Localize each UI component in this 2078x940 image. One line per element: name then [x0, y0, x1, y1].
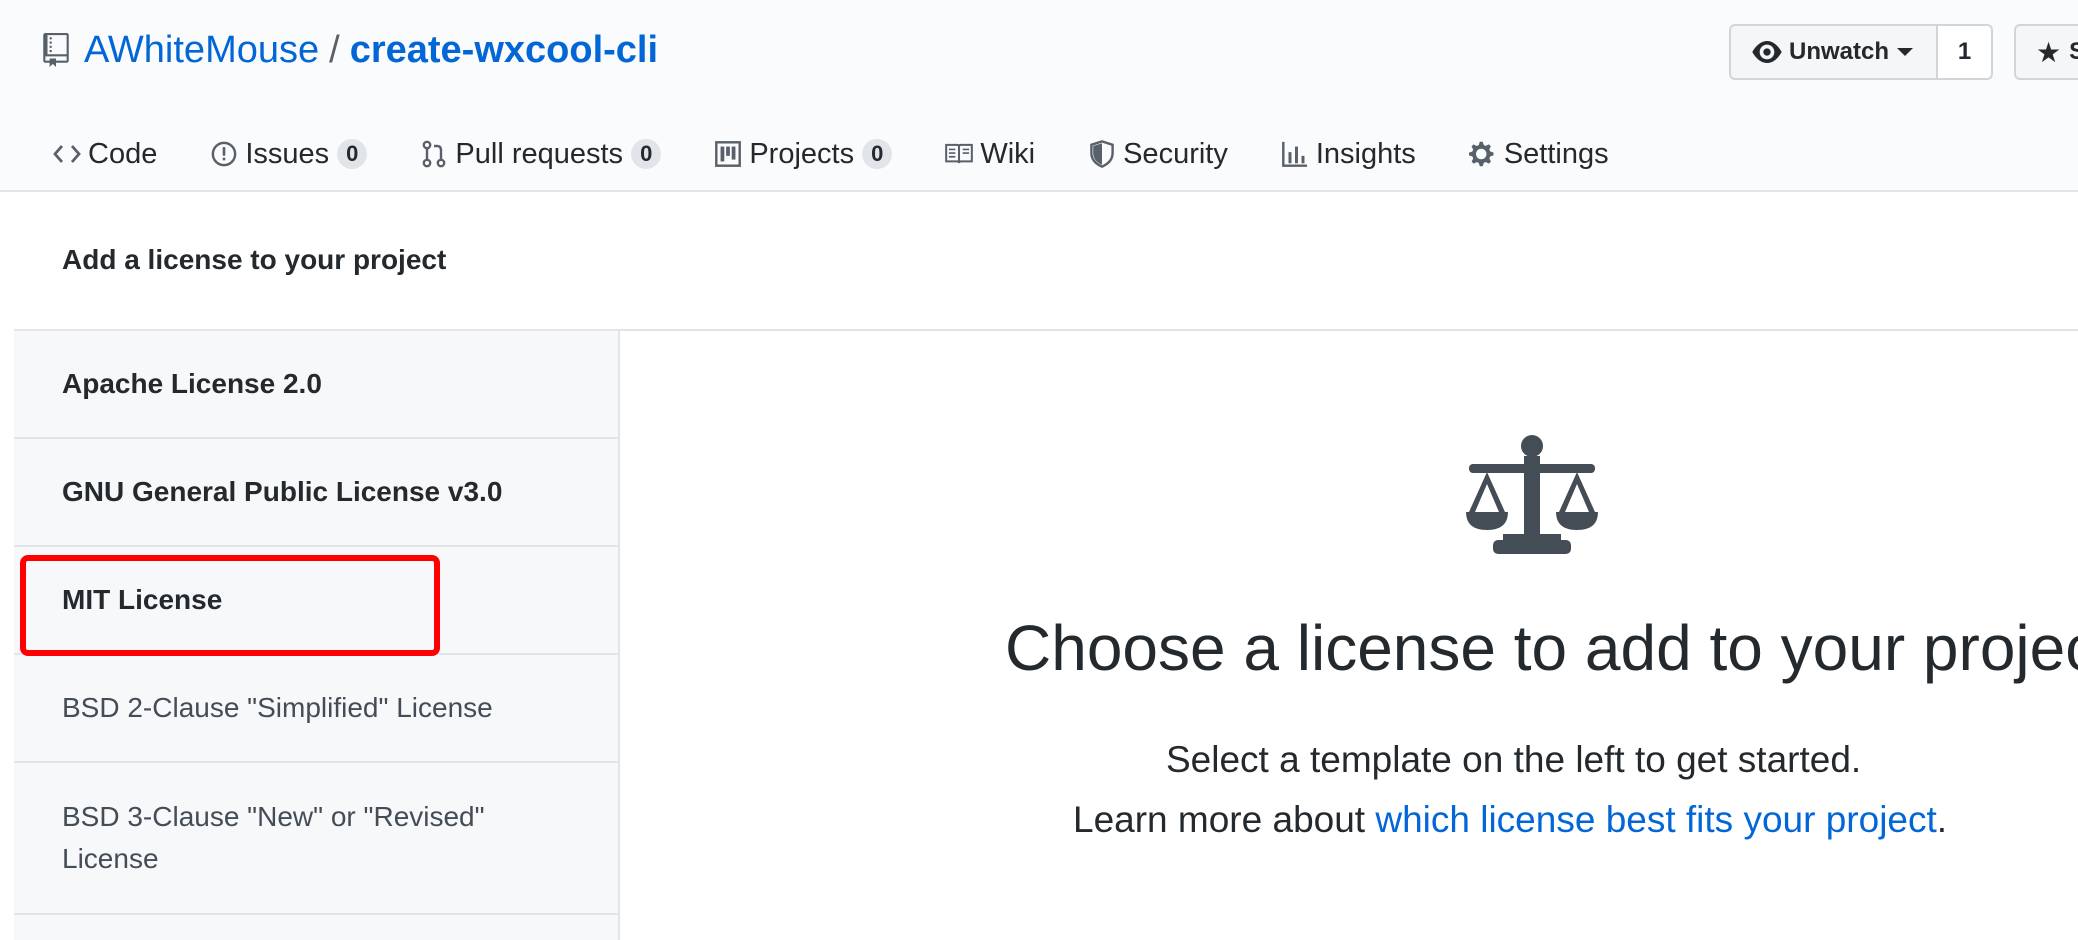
- unwatch-button[interactable]: Unwatch: [1729, 24, 1938, 80]
- project-icon: [713, 139, 743, 169]
- repo-owner-link[interactable]: AWhiteMouse: [84, 29, 319, 72]
- license-help-link[interactable]: which license best fits your project: [1375, 799, 1936, 840]
- watch-count[interactable]: 1: [1938, 24, 1993, 80]
- repo-breadcrumb: AWhiteMouse / create-wxcool-cli: [42, 24, 658, 76]
- license-item-bsd-2[interactable]: BSD 2-Clause "Simplified" License: [14, 655, 618, 763]
- tab-label: Projects: [749, 137, 855, 170]
- license-item-apache[interactable]: Apache License 2.0: [14, 331, 618, 439]
- tab-projects[interactable]: Projects 0: [713, 137, 893, 171]
- issues-counter: 0: [337, 139, 368, 169]
- book-icon: [944, 139, 974, 169]
- license-label: BSD 3-Clause "New" or "Revised" License: [62, 801, 485, 874]
- tab-insights[interactable]: Insights: [1280, 138, 1416, 171]
- page: AWhiteMouse / create-wxcool-cli Unwatch …: [0, 0, 2078, 940]
- unwatch-label: Unwatch: [1789, 38, 1890, 65]
- tab-label: Code: [88, 137, 158, 170]
- gear-icon: [1468, 139, 1498, 169]
- empty-state: Choose a license to add to your project …: [620, 331, 2078, 940]
- tab-pull-requests[interactable]: Pull requests 0: [419, 137, 662, 171]
- eye-icon: [1752, 41, 1782, 63]
- breadcrumb-separator: /: [329, 28, 340, 71]
- empty-state-learn-more: Learn more about which license best fits…: [1073, 799, 1947, 841]
- tab-code[interactable]: Code: [52, 138, 157, 171]
- pull-requests-counter: 0: [631, 139, 662, 169]
- selection-highlight: [20, 555, 440, 656]
- empty-state-heading: Choose a license to add to your project: [1005, 612, 2078, 684]
- star-label: S: [2069, 38, 2078, 65]
- learn-more-suffix: .: [1936, 799, 1948, 840]
- tab-label: Issues: [245, 137, 330, 170]
- code-icon: [52, 139, 82, 169]
- tab-issues[interactable]: Issues 0: [209, 137, 368, 171]
- issue-icon: [209, 139, 239, 169]
- chevron-down-icon: [1897, 48, 1914, 56]
- tab-settings[interactable]: Settings: [1468, 138, 1609, 171]
- tab-wiki[interactable]: Wiki: [944, 138, 1035, 171]
- law-icon: [1466, 435, 1598, 554]
- graph-icon: [1280, 139, 1310, 169]
- repo-icon: [43, 33, 69, 67]
- projects-counter: 0: [862, 139, 893, 169]
- tab-label: Insights: [1315, 137, 1416, 170]
- star-button[interactable]: ★ S: [2014, 24, 2078, 80]
- license-label: BSD 2-Clause "Simplified" License: [62, 692, 493, 723]
- learn-more-prefix: Learn more about: [1073, 799, 1376, 840]
- tab-label: Pull requests: [455, 137, 624, 170]
- license-item-gpl-v3[interactable]: GNU General Public License v3.0: [14, 439, 618, 547]
- star-icon: ★: [2036, 36, 2062, 68]
- tab-label: Settings: [1503, 137, 1609, 170]
- tab-label: Security: [1123, 137, 1228, 170]
- license-label: GNU General Public License v3.0: [62, 476, 503, 507]
- pull-request-icon: [419, 139, 449, 169]
- repo-header: AWhiteMouse / create-wxcool-cli Unwatch …: [0, 0, 2078, 192]
- shield-icon: [1087, 139, 1117, 169]
- license-label: Apache License 2.0: [62, 368, 322, 399]
- tab-label: Wiki: [980, 137, 1036, 170]
- repo-name-link[interactable]: create-wxcool-cli: [350, 29, 658, 72]
- repo-actions: Unwatch 1 ★ S: [1729, 24, 2078, 80]
- empty-state-instruction: Select a template on the left to get sta…: [1166, 739, 1862, 780]
- repo-nav-tabs: Code Issues 0 Pull requests 0 Projects 0…: [52, 130, 1661, 178]
- license-item-bsd-3[interactable]: BSD 3-Clause "New" or "Revised" License: [14, 763, 618, 915]
- tab-security[interactable]: Security: [1087, 138, 1228, 171]
- page-title: Add a license to your project: [62, 244, 447, 275]
